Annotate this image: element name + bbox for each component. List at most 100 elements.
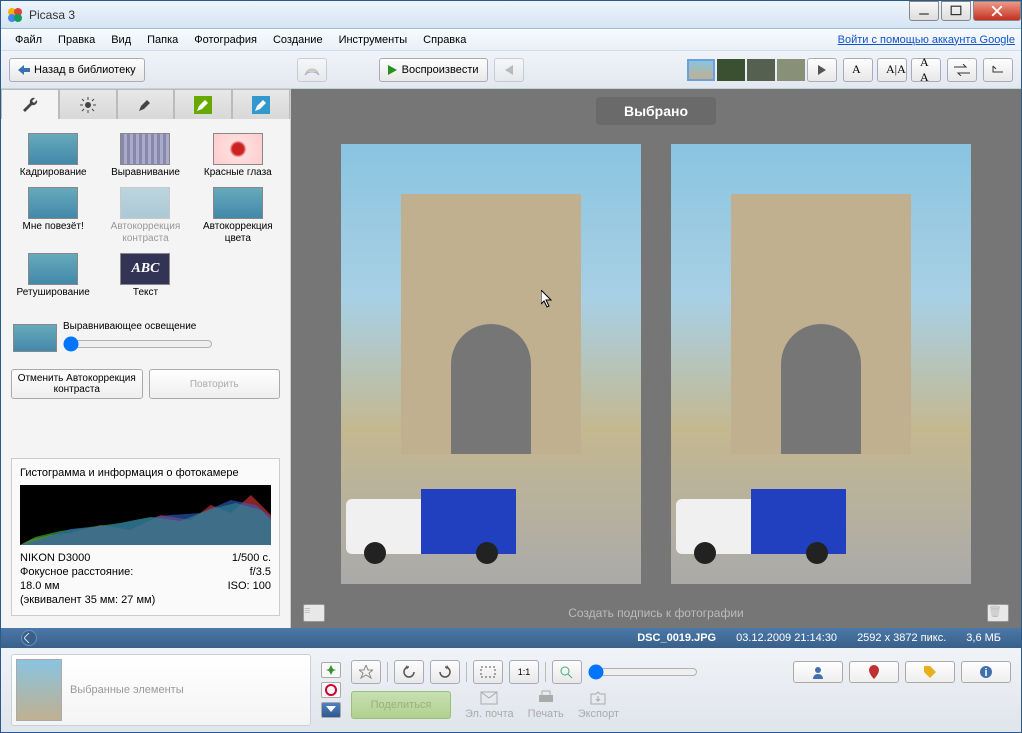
- caption-menu-button[interactable]: ≡: [303, 604, 325, 622]
- rotate-cw-button[interactable]: [430, 660, 460, 684]
- thumb-3[interactable]: [747, 59, 775, 81]
- tool-straighten[interactable]: Выравнивание: [101, 131, 189, 181]
- next-photo-button[interactable]: [807, 58, 837, 82]
- tool-auto-contrast[interactable]: Автокоррекция контраста: [101, 185, 189, 247]
- undo-button[interactable]: Отменить Автокоррекция контраста: [11, 369, 143, 399]
- clear-icon: [325, 684, 337, 696]
- tab-effects-2[interactable]: [174, 89, 232, 119]
- minimize-button[interactable]: [909, 1, 939, 21]
- tool-text[interactable]: ABCТекст: [101, 251, 189, 301]
- fill-light-section: Выравнивающее освещение: [1, 313, 290, 363]
- person-icon: [810, 665, 826, 679]
- zoom-slider[interactable]: [588, 664, 698, 680]
- chevron-down-icon: [326, 706, 336, 714]
- tab-effects-1[interactable]: [117, 89, 175, 119]
- caption-bar: ≡ Создать подпись к фотографии 🗑: [291, 598, 1021, 628]
- close-button[interactable]: [973, 1, 1021, 21]
- app-logo-icon: [7, 7, 23, 23]
- camera-model: NIKON D3000: [20, 551, 90, 565]
- brush-green-icon: [194, 96, 212, 114]
- menu-view[interactable]: Вид: [103, 31, 139, 49]
- status-filesize: 3,6 МБ: [966, 632, 1001, 644]
- edit-panel: Кадрирование Выравнивание Красные глаза …: [1, 89, 291, 628]
- iso: ISO: 100: [228, 579, 271, 593]
- tool-auto-color[interactable]: Автокоррекция цвета: [194, 185, 282, 247]
- mail-icon: [480, 690, 498, 706]
- menu-create[interactable]: Создание: [265, 31, 331, 49]
- titlebar: Picasa 3: [1, 1, 1021, 29]
- menu-edit[interactable]: Правка: [50, 31, 103, 49]
- menu-folder[interactable]: Папка: [139, 31, 186, 49]
- color-tool-button[interactable]: [297, 58, 327, 82]
- wrench-icon: [21, 96, 39, 114]
- tab-basic-fixes[interactable]: [1, 89, 59, 119]
- print-icon: [537, 690, 555, 706]
- window-title: Picasa 3: [29, 8, 75, 22]
- tool-retouch[interactable]: Ретуширование: [9, 251, 97, 301]
- signin-link[interactable]: Войти с помощью аккаунта Google: [838, 34, 1015, 46]
- edit-tabs: [1, 89, 290, 119]
- caption-input[interactable]: Создать подпись к фотографии: [333, 606, 979, 620]
- fill-light-thumb: [13, 324, 57, 352]
- tag-icon: [923, 665, 937, 679]
- tray-thumb[interactable]: [16, 659, 62, 721]
- swap-button[interactable]: [947, 58, 977, 82]
- menu-file[interactable]: Файл: [7, 31, 50, 49]
- caption-delete-button[interactable]: 🗑: [987, 604, 1009, 622]
- clear-tray-button[interactable]: [321, 682, 341, 698]
- play-label: Воспроизвести: [402, 64, 479, 76]
- fit-button[interactable]: [473, 660, 503, 684]
- menu-tools[interactable]: Инструменты: [331, 31, 416, 49]
- thumb-1[interactable]: [687, 59, 715, 81]
- back-to-library-button[interactable]: Назад в библиотеку: [9, 58, 145, 82]
- photo-tray: Выбранные элементы: [11, 654, 311, 726]
- maximize-button[interactable]: [941, 1, 971, 21]
- redo-button[interactable]: Повторить: [149, 369, 281, 399]
- tool-lucky[interactable]: Мне повезёт!: [9, 185, 97, 247]
- rotate-layout-button[interactable]: [983, 58, 1013, 82]
- tool-crop[interactable]: Кадрирование: [9, 131, 97, 181]
- compare-aa-button[interactable]: A A: [911, 58, 941, 82]
- compare-ab-button[interactable]: A|A: [877, 58, 907, 82]
- menu-photo[interactable]: Фотография: [186, 31, 265, 49]
- play-icon: [388, 65, 398, 75]
- single-view-button[interactable]: A: [843, 58, 873, 82]
- thumbnail-strip: [687, 58, 837, 82]
- tab-tuning[interactable]: [59, 89, 117, 119]
- focal-label: Фокусное расстояние:: [20, 565, 133, 579]
- actual-size-button[interactable]: 1:1: [509, 660, 539, 684]
- cursor-icon: [541, 290, 555, 310]
- rotate-cw-icon: [438, 665, 452, 679]
- pin-icon: [325, 664, 337, 676]
- thumb-2[interactable]: [717, 59, 745, 81]
- status-datetime: 03.12.2009 21:14:30: [736, 632, 837, 644]
- prev-photo-button[interactable]: [494, 58, 524, 82]
- star-button[interactable]: [351, 660, 381, 684]
- tray-label: Выбранные элементы: [70, 684, 184, 696]
- email-button[interactable]: Эл. почта: [465, 690, 514, 720]
- places-button[interactable]: [849, 661, 899, 683]
- people-button[interactable]: [793, 661, 843, 683]
- tool-redeye[interactable]: Красные глаза: [194, 131, 282, 181]
- add-to-button[interactable]: [321, 702, 341, 718]
- photo-right[interactable]: [671, 144, 971, 584]
- menu-help[interactable]: Справка: [415, 31, 474, 49]
- menubar: Файл Правка Вид Папка Фотография Создани…: [1, 29, 1021, 51]
- tags-button[interactable]: [905, 661, 955, 683]
- tab-effects-3[interactable]: [232, 89, 290, 119]
- play-slideshow-button[interactable]: Воспроизвести: [379, 58, 488, 82]
- share-button[interactable]: Поделиться: [351, 691, 451, 719]
- photo-left[interactable]: [341, 144, 641, 584]
- print-button[interactable]: Печать: [528, 690, 564, 720]
- sync-status-button[interactable]: [21, 630, 37, 646]
- info-button[interactable]: i: [961, 661, 1011, 683]
- rotate-ccw-button[interactable]: [394, 660, 424, 684]
- thumb-4[interactable]: [777, 59, 805, 81]
- fill-light-slider[interactable]: [63, 336, 213, 352]
- export-button[interactable]: Экспорт: [578, 690, 619, 720]
- app-window: Picasa 3 Файл Правка Вид Папка Фотографи…: [0, 0, 1022, 733]
- zoom-button[interactable]: [552, 660, 582, 684]
- fill-light-label: Выравнивающее освещение: [63, 321, 213, 332]
- pin-button[interactable]: [321, 662, 341, 678]
- histogram-panel: Гистограмма и информация о фотокамере NI…: [11, 458, 280, 616]
